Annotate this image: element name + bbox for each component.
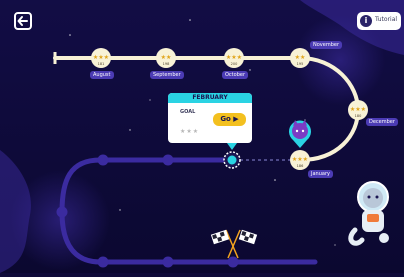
svg-text:★★★: ★★★ <box>93 54 109 61</box>
score-august: 181 <box>98 62 105 66</box>
game-map: ★★★ ★★ ★★★ ★★ ★★★ ★★★ 181 198 200 195 18… <box>0 0 404 273</box>
month-label-september: September <box>150 71 184 79</box>
month-label-january: January <box>308 170 333 178</box>
back-button[interactable] <box>14 12 32 30</box>
score-november: 195 <box>297 62 304 66</box>
svg-text:★★: ★★ <box>295 54 306 61</box>
score-december: 180 <box>355 114 362 118</box>
svg-text:★★★: ★★★ <box>292 156 308 163</box>
svg-text:★★: ★★ <box>161 54 172 61</box>
popup-goal-label: GOAL <box>180 109 196 115</box>
month-popup-card: FEBRUARY GOAL ★★★ Go ▶ <box>168 93 252 143</box>
info-icon: i <box>360 15 372 27</box>
current-node-february[interactable] <box>223 151 241 169</box>
arrow-left-icon <box>17 16 28 26</box>
month-label-august: August <box>90 71 114 79</box>
score-september: 198 <box>163 62 170 66</box>
score-october: 200 <box>231 62 238 66</box>
popup-title: FEBRUARY <box>168 93 252 103</box>
tutorial-button[interactable]: i Tutorial <box>357 12 401 30</box>
go-button[interactable]: Go ▶ <box>213 113 246 126</box>
score-january: 186 <box>297 164 304 168</box>
tutorial-label: Tutorial <box>375 16 398 23</box>
month-label-december: December <box>366 118 398 126</box>
svg-text:★★★: ★★★ <box>350 106 366 113</box>
popup-star-rating: ★★★ <box>180 128 200 135</box>
svg-text:★★★: ★★★ <box>226 54 242 61</box>
month-label-october: October <box>222 71 249 79</box>
month-label-november: November <box>310 41 343 49</box>
